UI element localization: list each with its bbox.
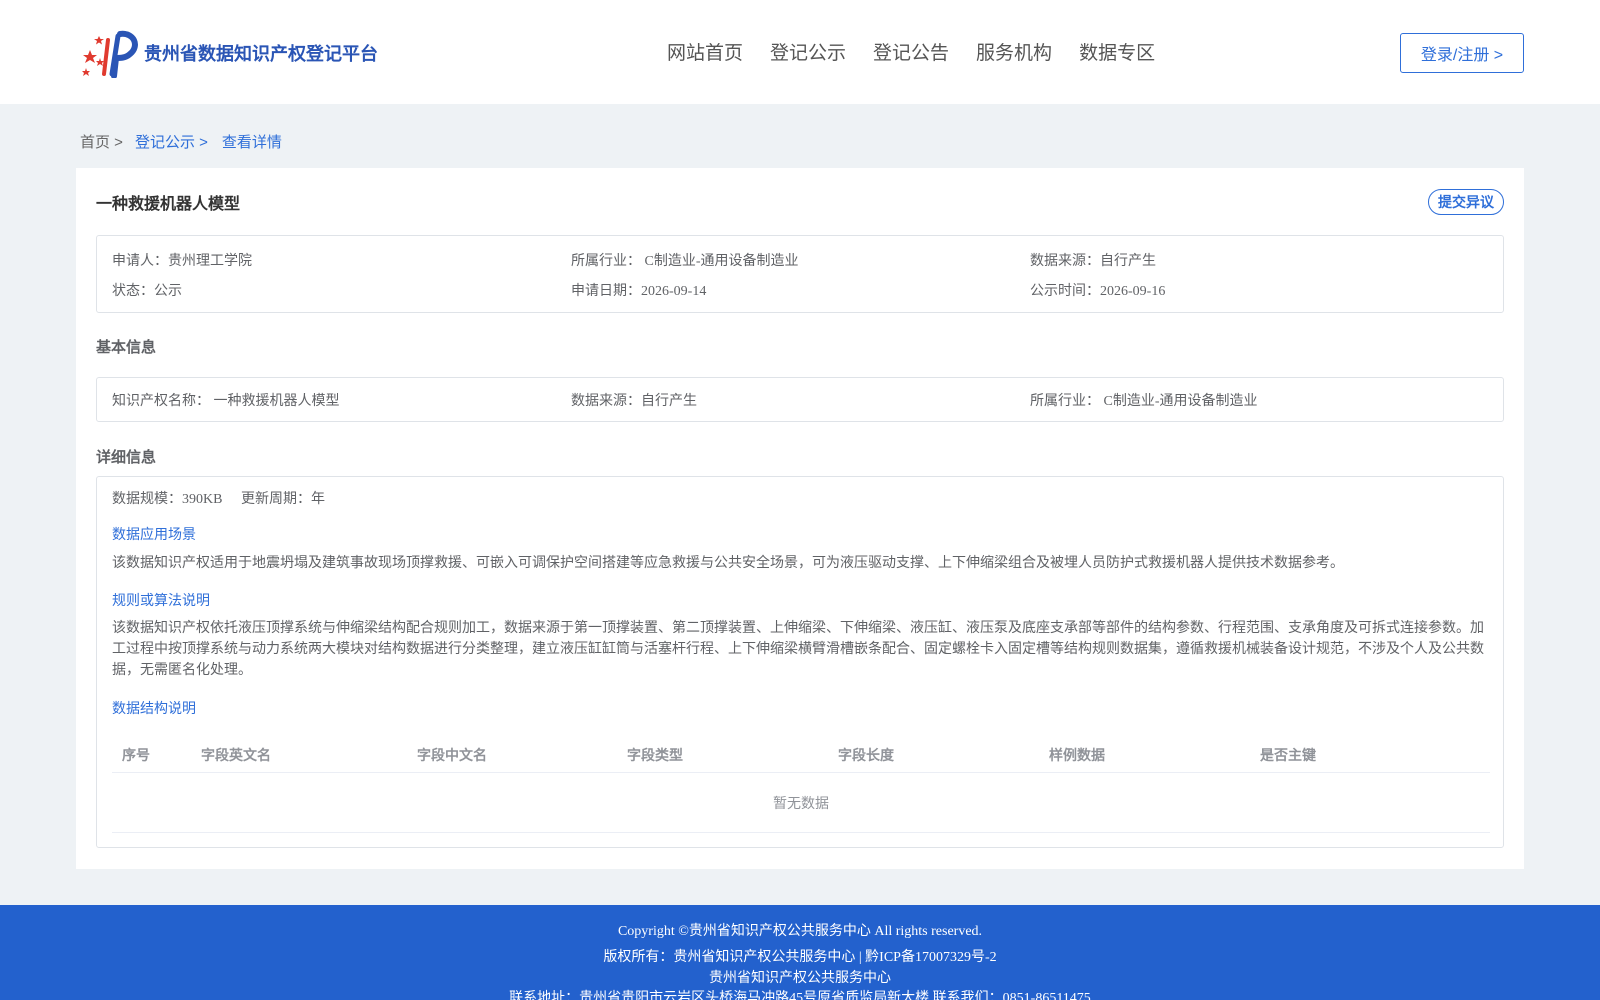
detail-card: 一种救援机器人模型 提交异议 申请人：贵州理工学院 所属行业： C制造业-通用设… [76, 168, 1524, 869]
update-cycle-field: 更新周期：年 [241, 492, 325, 507]
data-scale-field: 数据规模：390KB [112, 492, 223, 507]
nav-data-zone[interactable]: 数据专区 [1079, 38, 1155, 65]
rules-text: 该数据知识产权依托液压顶撑系统与伸缩梁结构配合规则加工，数据来源于第一顶撑装置、… [112, 621, 1484, 678]
record-meta-box: 申请人：贵州理工学院 所属行业： C制造业-通用设备制造业 数据来源：自行产生 … [96, 235, 1504, 313]
rules-heading: 规则或算法说明 [112, 592, 210, 608]
footer-center: 贵州省知识产权公共服务中心 [709, 971, 891, 986]
applicant-field: 申请人：贵州理工学院 [112, 254, 252, 269]
publish-time-field: 公示时间：2026-09-16 [1030, 284, 1166, 299]
logo-emblem-icon [80, 28, 138, 79]
structure-table-header: 序号 字段英文名 字段中文名 字段类型 字段长度 样例数据 是否主键 [112, 735, 1490, 773]
col-field-en: 字段英文名 [201, 747, 271, 763]
footer-copyright: Copyright ©贵州省知识产权公共服务中心 All rights rese… [617, 924, 983, 939]
detail-info-box: 数据规模：390KB 更新周期：年 数据应用场景 该数据知识产权适用于地震坍塌及… [96, 476, 1504, 848]
submit-objection-button[interactable]: 提交异议 [1428, 189, 1504, 215]
breadcrumb-home[interactable]: 首页 > [80, 131, 123, 152]
site-logo[interactable]: 贵州省数据知识产权登记平台 [80, 28, 378, 79]
col-index: 序号 [122, 747, 150, 763]
breadcrumb-list[interactable]: 登记公示 > [135, 131, 208, 152]
nav-home[interactable]: 网站首页 [667, 38, 743, 65]
col-field-type: 字段类型 [627, 747, 683, 763]
footer-owner: 版权所有：贵州省知识产权公共服务中心 | 黔ICP备17007329号-2 [603, 950, 997, 965]
source-field: 数据来源：自行产生 [1030, 254, 1156, 269]
breadcrumb: 首页 > 登记公示 > 查看详情 [80, 131, 282, 152]
basic-industry-field: 所属行业： C制造业-通用设备制造业 [1030, 394, 1258, 409]
basic-info-heading: 基本信息 [96, 339, 157, 356]
footer-contact: 联系地址：贵州省贵阳市云岩区头桥海马冲路45号原省质监局新大楼 联系我们：085… [509, 991, 1091, 1000]
detail-info-heading: 详细信息 [96, 449, 157, 466]
login-register-button[interactable]: 登录/注册 > [1400, 33, 1524, 73]
status-field: 状态：公示 [112, 284, 182, 299]
col-sample-data: 样例数据 [1049, 747, 1105, 763]
site-header: 贵州省数据知识产权登记平台 网站首页 登记公示 登记公告 服务机构 数据专区 登… [0, 0, 1600, 104]
site-footer: Copyright ©贵州省知识产权公共服务中心 All rights rese… [0, 905, 1600, 1000]
col-field-length: 字段长度 [838, 747, 894, 763]
col-primary-key: 是否主键 [1260, 747, 1316, 763]
col-field-cn: 字段中文名 [417, 747, 487, 763]
scenario-heading: 数据应用场景 [112, 526, 196, 542]
nav-registration-announcement[interactable]: 登记公告 [873, 38, 949, 65]
breadcrumb-current: 查看详情 [221, 134, 282, 151]
table-empty-state: 暂无数据 [112, 773, 1490, 833]
nav-registration-publicity[interactable]: 登记公示 [770, 38, 846, 65]
scenario-text: 该数据知识产权适用于地震坍塌及建筑事故现场顶撑救援、可嵌入可调保护空间搭建等应急… [112, 556, 1344, 571]
structure-heading: 数据结构说明 [112, 700, 196, 716]
site-title: 贵州省数据知识产权登记平台 [144, 44, 378, 64]
apply-date-field: 申请日期：2026-09-14 [571, 284, 707, 299]
basic-source-field: 数据来源：自行产生 [571, 394, 697, 409]
nav-service-agencies[interactable]: 服务机构 [976, 38, 1052, 65]
page-title: 一种救援机器人模型 [96, 196, 241, 213]
basic-info-box: 知识产权名称： 一种救援机器人模型 数据来源：自行产生 所属行业： C制造业-通… [96, 377, 1504, 422]
industry-field: 所属行业： C制造业-通用设备制造业 [571, 254, 799, 269]
main-nav: 网站首页 登记公示 登记公告 服务机构 数据专区 [667, 38, 1182, 65]
ip-name-field: 知识产权名称： 一种救援机器人模型 [112, 394, 340, 409]
